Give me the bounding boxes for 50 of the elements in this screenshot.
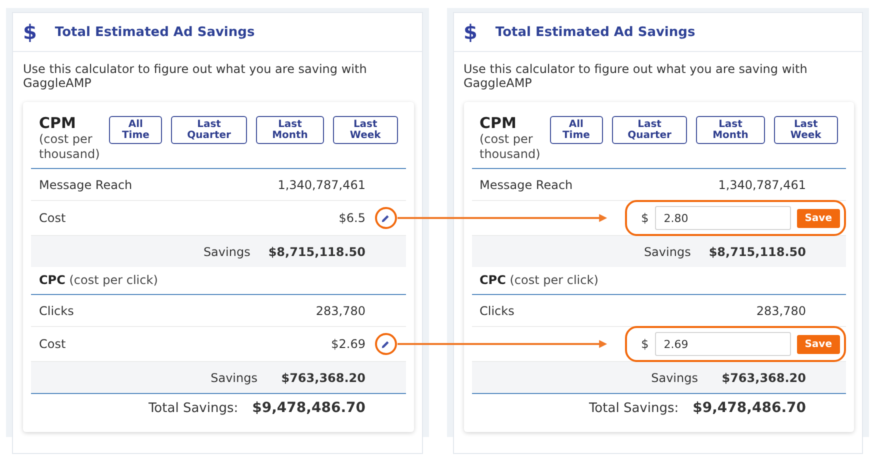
row-value: 1,340,787,461 xyxy=(718,178,806,192)
total-value: $9,478,486.70 xyxy=(692,400,806,416)
row-label: Cost xyxy=(39,211,67,225)
pencil-icon xyxy=(381,340,390,348)
savings-label: Savings xyxy=(651,370,698,384)
total-label: Total Savings: xyxy=(588,400,679,416)
dollar-icon: $ xyxy=(464,20,478,44)
row-label: Message Reach xyxy=(39,178,134,192)
range-button[interactable]: All Time xyxy=(550,116,603,144)
row-label: Message Reach xyxy=(480,178,574,192)
range-button[interactable]: Last Month xyxy=(256,116,324,144)
row-value: 1,340,787,461 xyxy=(278,178,366,192)
savings-label: Savings xyxy=(210,370,258,384)
row-value: 283,780 xyxy=(756,304,806,318)
cost-input[interactable]: 2.69 xyxy=(654,332,791,356)
intro-text: Use this calculator to figure out what you are saving with GaggleAMP xyxy=(23,62,368,90)
savings-label: Savings xyxy=(644,244,691,258)
range-button[interactable]: Last Week xyxy=(774,116,838,144)
row-value: $6.5 xyxy=(338,211,366,225)
range-button[interactable]: Last Quarter xyxy=(171,116,247,144)
savings-value: $8,715,118.50 xyxy=(268,244,366,258)
currency-label: $ xyxy=(641,337,649,351)
total-value: $9,478,486.70 xyxy=(252,400,366,416)
row-label: Clicks xyxy=(39,304,75,318)
edit-button[interactable] xyxy=(374,333,396,355)
savings-value: $8,715,118.50 xyxy=(708,244,806,258)
edit-button[interactable] xyxy=(374,207,396,229)
currency-label: $ xyxy=(641,211,649,225)
panel-title: Total Estimated Ad Savings xyxy=(495,24,696,40)
row-value: 283,780 xyxy=(316,304,366,318)
row-label: Clicks xyxy=(480,304,516,318)
range-button[interactable]: Last Quarter xyxy=(612,116,688,144)
savings-label: Savings xyxy=(203,244,250,258)
range-button[interactable]: Last Month xyxy=(696,116,765,144)
row-value: $2.69 xyxy=(331,337,366,351)
section-heading: CPC (cost per click) xyxy=(480,273,598,288)
section-heading: CPM (cost per thousand) xyxy=(39,116,101,162)
section-heading: CPM (cost per thousand) xyxy=(480,116,542,162)
savings-value: $763,368.20 xyxy=(720,370,806,384)
dollar-icon: $ xyxy=(23,20,37,44)
panel-title: Total Estimated Ad Savings xyxy=(54,24,255,40)
total-label: Total Savings: xyxy=(148,400,238,416)
cost-input[interactable]: 2.80 xyxy=(654,206,791,230)
savings-value: $763,368.20 xyxy=(280,370,366,384)
range-button[interactable]: Last Week xyxy=(333,116,398,144)
section-heading: CPC (cost per click) xyxy=(39,273,158,288)
intro-text: Use this calculator to figure out what you are saving with GaggleAMP xyxy=(464,62,808,90)
range-button[interactable]: All Time xyxy=(109,116,162,144)
pencil-icon xyxy=(381,214,390,222)
row-label: Cost xyxy=(39,337,67,351)
